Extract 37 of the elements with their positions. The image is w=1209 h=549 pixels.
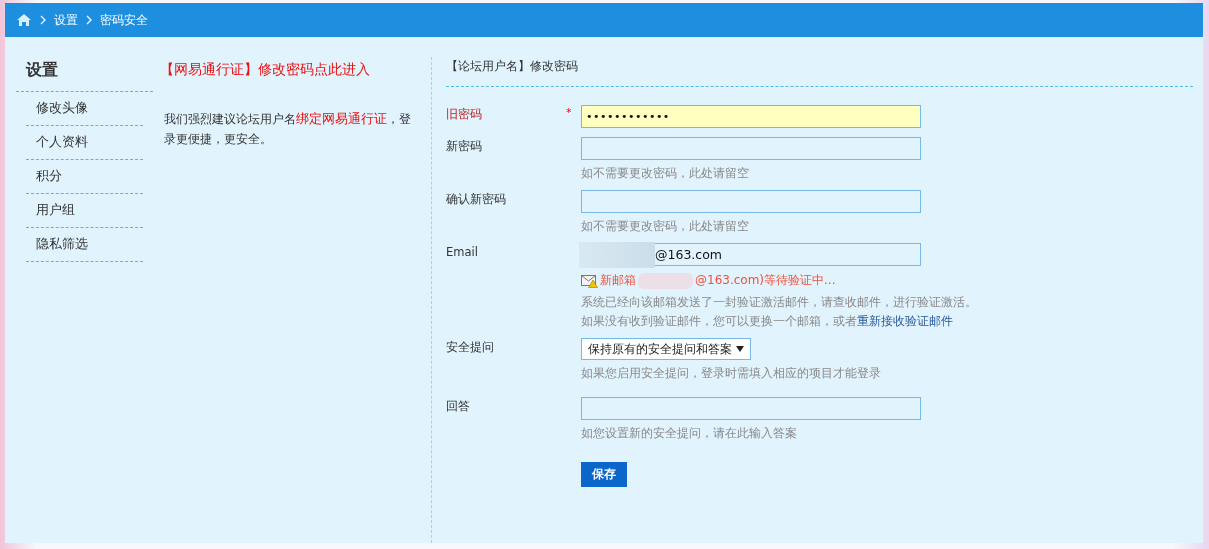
mail-warning-icon bbox=[581, 273, 598, 288]
hint-text: 如果没有收到验证邮件，您可以更换一个邮箱，或者 bbox=[581, 314, 857, 328]
input-field[interactable] bbox=[581, 190, 921, 213]
input-field[interactable] bbox=[581, 397, 921, 420]
field-label: Email bbox=[446, 244, 479, 261]
field-label: 新密码 bbox=[446, 138, 483, 155]
passport-link[interactable]: 【网易通行证】修改密码点此进入 bbox=[160, 61, 421, 79]
sidebar-item[interactable]: 隐私筛选 bbox=[26, 228, 143, 262]
dropdown-icon bbox=[736, 346, 744, 352]
hint-text: 如果您启用安全提问，登录时需填入相应的项目才能登录 bbox=[581, 366, 881, 381]
hint-text: 如不需要更改密码，此处请留空 bbox=[581, 166, 750, 181]
sidebar-item[interactable]: 个人资料 bbox=[26, 126, 143, 160]
question-select[interactable]: 保持原有的安全提问和答案 bbox=[581, 338, 751, 360]
chevron-icon bbox=[40, 15, 46, 25]
field-label: 确认新密码 bbox=[446, 191, 507, 208]
sidebar-title: 设置 bbox=[16, 57, 153, 92]
save-button[interactable]: 保存 bbox=[581, 462, 627, 487]
input-field[interactable]: •••••••••••• bbox=[581, 105, 921, 128]
home-icon[interactable] bbox=[16, 13, 32, 27]
hint-text: 系统已经向该邮箱发送了一封验证激活邮件，请查收邮件，进行验证激活。 bbox=[581, 295, 977, 310]
notice-text: @163.com)等待验证中... bbox=[695, 272, 836, 289]
resend-link[interactable]: 重新接收验证邮件 bbox=[857, 314, 953, 328]
hint-text: 如不需要更改密码，此处请留空 bbox=[581, 219, 750, 234]
chevron-icon bbox=[86, 15, 92, 25]
sidebar-item[interactable]: 积分 bbox=[26, 160, 143, 194]
input-field[interactable] bbox=[581, 137, 921, 160]
field-label: 旧密码 bbox=[446, 106, 483, 123]
form-title: 【论坛用户名】修改密码 bbox=[446, 57, 1193, 87]
required-mark: * bbox=[566, 106, 572, 119]
promo-text: 我们强烈建议论坛用户名绑定网易通行证，登录更便捷，更安全。 bbox=[164, 110, 412, 148]
notice-text: 新邮箱 bbox=[600, 272, 636, 289]
field-label: 安全提问 bbox=[446, 339, 495, 356]
email-field[interactable]: @163.com bbox=[581, 243, 921, 266]
hint-text: 如您设置新的安全提问，请在此输入答案 bbox=[581, 426, 798, 441]
field-label: 回答 bbox=[446, 398, 471, 415]
sidebar-item[interactable]: 修改头像 bbox=[26, 92, 143, 126]
sidebar-item[interactable]: 用户组 bbox=[26, 194, 143, 228]
